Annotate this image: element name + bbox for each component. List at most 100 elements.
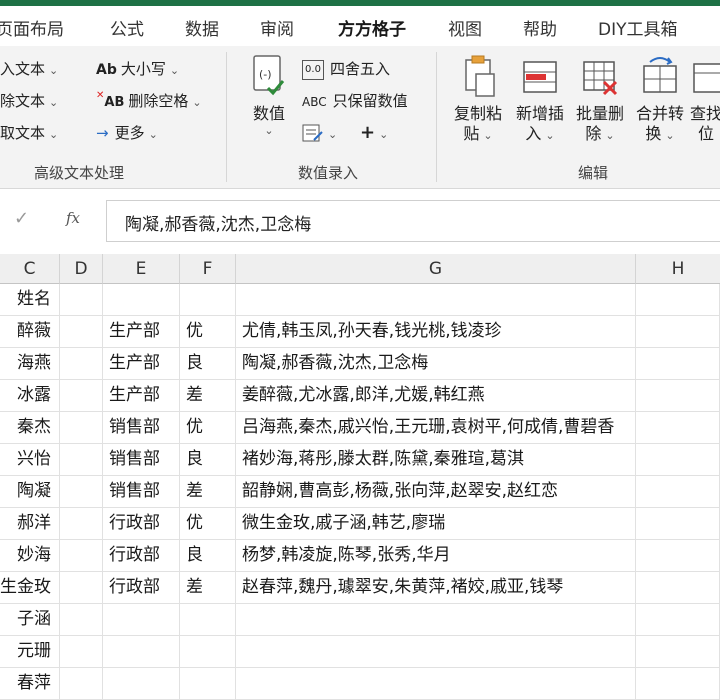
cell-names[interactable]: [236, 668, 636, 700]
cell-dept[interactable]: 销售部: [103, 476, 180, 508]
tab-help[interactable]: 帮助: [523, 15, 557, 40]
cell-c[interactable]: 姓名: [0, 284, 60, 316]
cell-empty[interactable]: [180, 604, 236, 636]
cell-grade[interactable]: 优: [180, 316, 236, 348]
cell-grade[interactable]: 差: [180, 476, 236, 508]
cell-empty[interactable]: [60, 476, 103, 508]
cell-c[interactable]: 海燕: [0, 348, 60, 380]
cell-empty[interactable]: [180, 284, 236, 316]
edit-checklist-button[interactable]: ⌄ + ⌄: [302, 122, 388, 144]
cell-grade[interactable]: 良: [180, 540, 236, 572]
cell-c[interactable]: 兴怡: [0, 444, 60, 476]
cell-grade[interactable]: 优: [180, 508, 236, 540]
numeric-button[interactable]: (-) 数值 ⌄: [243, 54, 295, 137]
tab-fangfang[interactable]: 方方格子: [338, 15, 406, 40]
cell-empty[interactable]: [180, 636, 236, 668]
cell-empty[interactable]: [636, 572, 720, 604]
cell-empty[interactable]: [636, 540, 720, 572]
cell-c[interactable]: 春萍: [0, 668, 60, 700]
cell-empty[interactable]: [60, 412, 103, 444]
find-locate-button[interactable]: 查找 位: [690, 54, 720, 144]
cell-names[interactable]: [236, 284, 636, 316]
column-header-f[interactable]: F: [180, 254, 236, 284]
insert-button[interactable]: 新增插 入 ⌄: [510, 54, 570, 146]
cell-grade[interactable]: 优: [180, 412, 236, 444]
column-header-h[interactable]: H: [636, 254, 720, 284]
cell-empty[interactable]: [636, 604, 720, 636]
cell-empty[interactable]: [60, 508, 103, 540]
tab-formulas[interactable]: 公式: [110, 15, 144, 40]
cell-c[interactable]: 郝洋: [0, 508, 60, 540]
plus-button[interactable]: +: [360, 122, 375, 143]
cell-dept[interactable]: 销售部: [103, 412, 180, 444]
column-header-d[interactable]: D: [60, 254, 103, 284]
cell-empty[interactable]: [60, 316, 103, 348]
cell-dept[interactable]: 行政部: [103, 540, 180, 572]
round-button[interactable]: 0.0 四舍五入: [302, 58, 390, 80]
tab-diy-toolbox[interactable]: DIY工具箱: [598, 15, 678, 40]
cell-empty[interactable]: [60, 444, 103, 476]
cell-c[interactable]: 陶凝: [0, 476, 60, 508]
cell-empty[interactable]: [636, 636, 720, 668]
cell-empty[interactable]: [103, 636, 180, 668]
cell-empty[interactable]: [60, 348, 103, 380]
cell-dept[interactable]: 生产部: [103, 316, 180, 348]
cell-empty[interactable]: [636, 380, 720, 412]
enter-check-icon[interactable]: ✓: [14, 208, 29, 229]
cell-c[interactable]: 妙海: [0, 540, 60, 572]
tab-view[interactable]: 视图: [448, 15, 482, 40]
cell-empty[interactable]: [103, 284, 180, 316]
column-header-g[interactable]: G: [236, 254, 636, 284]
tab-data[interactable]: 数据: [185, 15, 219, 40]
fx-icon[interactable]: fx: [66, 209, 80, 227]
cell-dept[interactable]: 行政部: [103, 508, 180, 540]
cell-grade[interactable]: 差: [180, 572, 236, 604]
cell-empty[interactable]: [636, 348, 720, 380]
batch-delete-button[interactable]: 批量删 除 ⌄: [570, 54, 630, 146]
keep-numeric-button[interactable]: ABC 只保留数值: [302, 90, 408, 111]
cell-c[interactable]: 子涵: [0, 604, 60, 636]
cell-c[interactable]: 冰露: [0, 380, 60, 412]
cell-names[interactable]: [236, 604, 636, 636]
remove-spaces-button[interactable]: ✕AB 删除空格 ⌄: [96, 90, 202, 111]
cell-dept[interactable]: 生产部: [103, 380, 180, 412]
cell-empty[interactable]: [60, 636, 103, 668]
cell-empty[interactable]: [60, 572, 103, 604]
cell-empty[interactable]: [60, 668, 103, 700]
cell-dept[interactable]: 行政部: [103, 572, 180, 604]
cell-c[interactable]: 秦杰: [0, 412, 60, 444]
tab-page-layout[interactable]: 页面布局: [0, 15, 64, 40]
cell-empty[interactable]: [636, 444, 720, 476]
case-button[interactable]: Ab 大小写 ⌄: [96, 58, 179, 79]
cell-dept[interactable]: 生产部: [103, 348, 180, 380]
cell-empty[interactable]: [60, 540, 103, 572]
copy-paste-button[interactable]: 复制粘 贴 ⌄: [448, 54, 508, 146]
cell-names[interactable]: [236, 636, 636, 668]
cell-grade[interactable]: 差: [180, 380, 236, 412]
delete-text-button[interactable]: 除文本 ⌄: [0, 90, 58, 111]
cell-empty[interactable]: [636, 668, 720, 700]
cell-grade[interactable]: 良: [180, 348, 236, 380]
cell-empty[interactable]: [636, 316, 720, 348]
cell-empty[interactable]: [60, 380, 103, 412]
column-header-c[interactable]: C: [0, 254, 60, 284]
tab-review[interactable]: 审阅: [260, 15, 294, 40]
merge-convert-button[interactable]: 合并转 换 ⌄: [630, 54, 690, 146]
cell-empty[interactable]: [636, 508, 720, 540]
cell-dept[interactable]: 销售部: [103, 444, 180, 476]
column-header-e[interactable]: E: [103, 254, 180, 284]
insert-text-button[interactable]: 入文本 ⌄: [0, 58, 58, 79]
cell-empty[interactable]: [180, 668, 236, 700]
cell-empty[interactable]: [60, 604, 103, 636]
cell-empty[interactable]: [103, 604, 180, 636]
cell-empty[interactable]: [103, 668, 180, 700]
cell-c[interactable]: 元珊: [0, 636, 60, 668]
cell-empty[interactable]: [636, 412, 720, 444]
cell-grade[interactable]: 良: [180, 444, 236, 476]
more-button[interactable]: → 更多 ⌄: [96, 122, 158, 143]
extract-text-button[interactable]: 取文本 ⌄: [0, 122, 58, 143]
cell-c[interactable]: 醉薇: [0, 316, 60, 348]
cell-empty[interactable]: [60, 284, 103, 316]
cell-empty[interactable]: [636, 284, 720, 316]
cell-empty[interactable]: [636, 476, 720, 508]
